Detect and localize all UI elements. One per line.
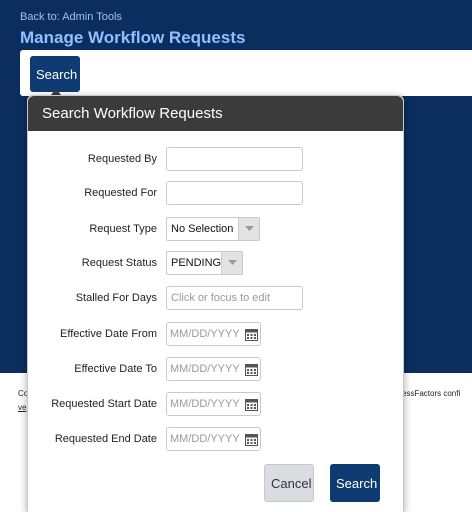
header-search-button[interactable]: Search <box>30 56 80 92</box>
footer-link-fragment[interactable]: ve <box>18 403 26 412</box>
calendar-icon[interactable] <box>243 431 259 447</box>
requested-for-label: Requested For <box>84 187 157 199</box>
requested-by-row: Requested By <box>28 147 403 173</box>
effective-date-from-input[interactable] <box>167 324 243 344</box>
request-status-value: PENDING <box>171 257 222 269</box>
cancel-button[interactable]: Cancel <box>264 464 314 502</box>
requested-by-label: Requested By <box>87 153 157 165</box>
request-status-select[interactable]: PENDING <box>166 251 243 275</box>
chevron-down-icon[interactable] <box>221 252 242 274</box>
dialog-title: Search Workflow Requests <box>28 96 403 131</box>
requested-start-date-row: Requested Start Date <box>28 392 403 418</box>
calendar-icon[interactable] <box>243 326 259 342</box>
request-type-row: Request Type No Selection <box>28 217 403 243</box>
search-button[interactable]: Search <box>330 464 380 502</box>
request-type-label: Request Type <box>89 223 157 235</box>
request-type-select[interactable]: No Selection <box>166 217 260 241</box>
requested-for-row: Requested For <box>28 181 403 207</box>
effective-date-from-label: Effective Date From <box>60 328 157 340</box>
requested-start-date-label: Requested Start Date <box>51 398 157 410</box>
calendar-icon[interactable] <box>243 361 259 377</box>
back-to-admin-tools-link[interactable]: Back to: Admin Tools <box>20 11 122 23</box>
search-workflow-requests-dialog: Search Workflow Requests Requested By Re… <box>27 95 404 512</box>
chevron-down-icon[interactable] <box>238 218 259 240</box>
stalled-for-days-row: Stalled For Days <box>28 286 403 312</box>
footer-text-fragment-right: essFactors confi <box>402 389 461 398</box>
effective-date-to-row: Effective Date To <box>28 357 403 383</box>
effective-date-to-label: Effective Date To <box>74 363 157 375</box>
effective-date-from-field <box>166 322 261 346</box>
requested-start-date-input[interactable] <box>167 394 243 414</box>
request-status-label: Request Status <box>81 257 157 269</box>
effective-date-from-row: Effective Date From <box>28 322 403 348</box>
request-type-value: No Selection <box>171 223 234 235</box>
requested-end-date-input[interactable] <box>167 429 243 449</box>
effective-date-to-field <box>166 357 261 381</box>
requested-start-date-field <box>166 392 261 416</box>
requested-by-input[interactable] <box>166 147 303 171</box>
requested-end-date-row: Requested End Date <box>28 427 403 453</box>
stalled-for-days-input[interactable] <box>166 286 303 310</box>
calendar-icon[interactable] <box>243 396 259 412</box>
search-strip <box>20 50 472 96</box>
effective-date-to-input[interactable] <box>167 359 243 379</box>
request-status-row: Request Status PENDING <box>28 251 403 277</box>
stalled-for-days-label: Stalled For Days <box>75 292 157 304</box>
page-title: Manage Workflow Requests <box>20 28 246 47</box>
requested-end-date-field <box>166 427 261 451</box>
requested-end-date-label: Requested End Date <box>54 433 157 445</box>
requested-for-input[interactable] <box>166 181 303 205</box>
